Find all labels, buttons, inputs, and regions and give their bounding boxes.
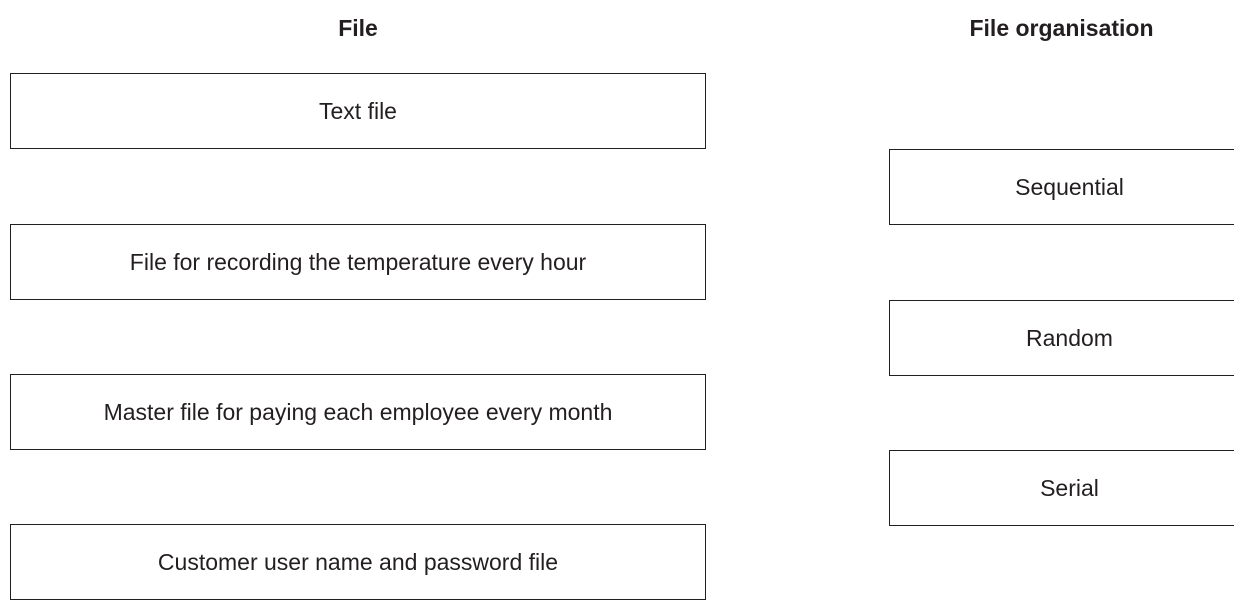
file-box-master-file[interactable]: Master file for paying each employee eve…: [10, 374, 706, 450]
org-box-sequential[interactable]: Sequential: [889, 149, 1234, 225]
org-box-label: Random: [1026, 324, 1113, 351]
file-box-label: Customer user name and password file: [157, 548, 559, 575]
file-organisation-column-heading: File organisation: [969, 15, 1154, 41]
org-box-label: Serial: [1040, 474, 1099, 501]
file-box-label: Master file for paying each employee eve…: [103, 398, 613, 425]
file-box-customer-login[interactable]: Customer user name and password file: [10, 524, 706, 600]
org-box-label: Sequential: [1015, 173, 1124, 200]
org-box-random[interactable]: Random: [889, 300, 1234, 376]
file-box-temperature[interactable]: File for recording the temperature every…: [10, 224, 706, 300]
file-column-heading: File: [338, 15, 378, 41]
file-box-label: Text file: [319, 97, 397, 124]
file-box-text-file[interactable]: Text file: [10, 73, 706, 149]
file-box-label: File for recording the temperature every…: [129, 248, 587, 275]
org-box-serial[interactable]: Serial: [889, 450, 1234, 526]
